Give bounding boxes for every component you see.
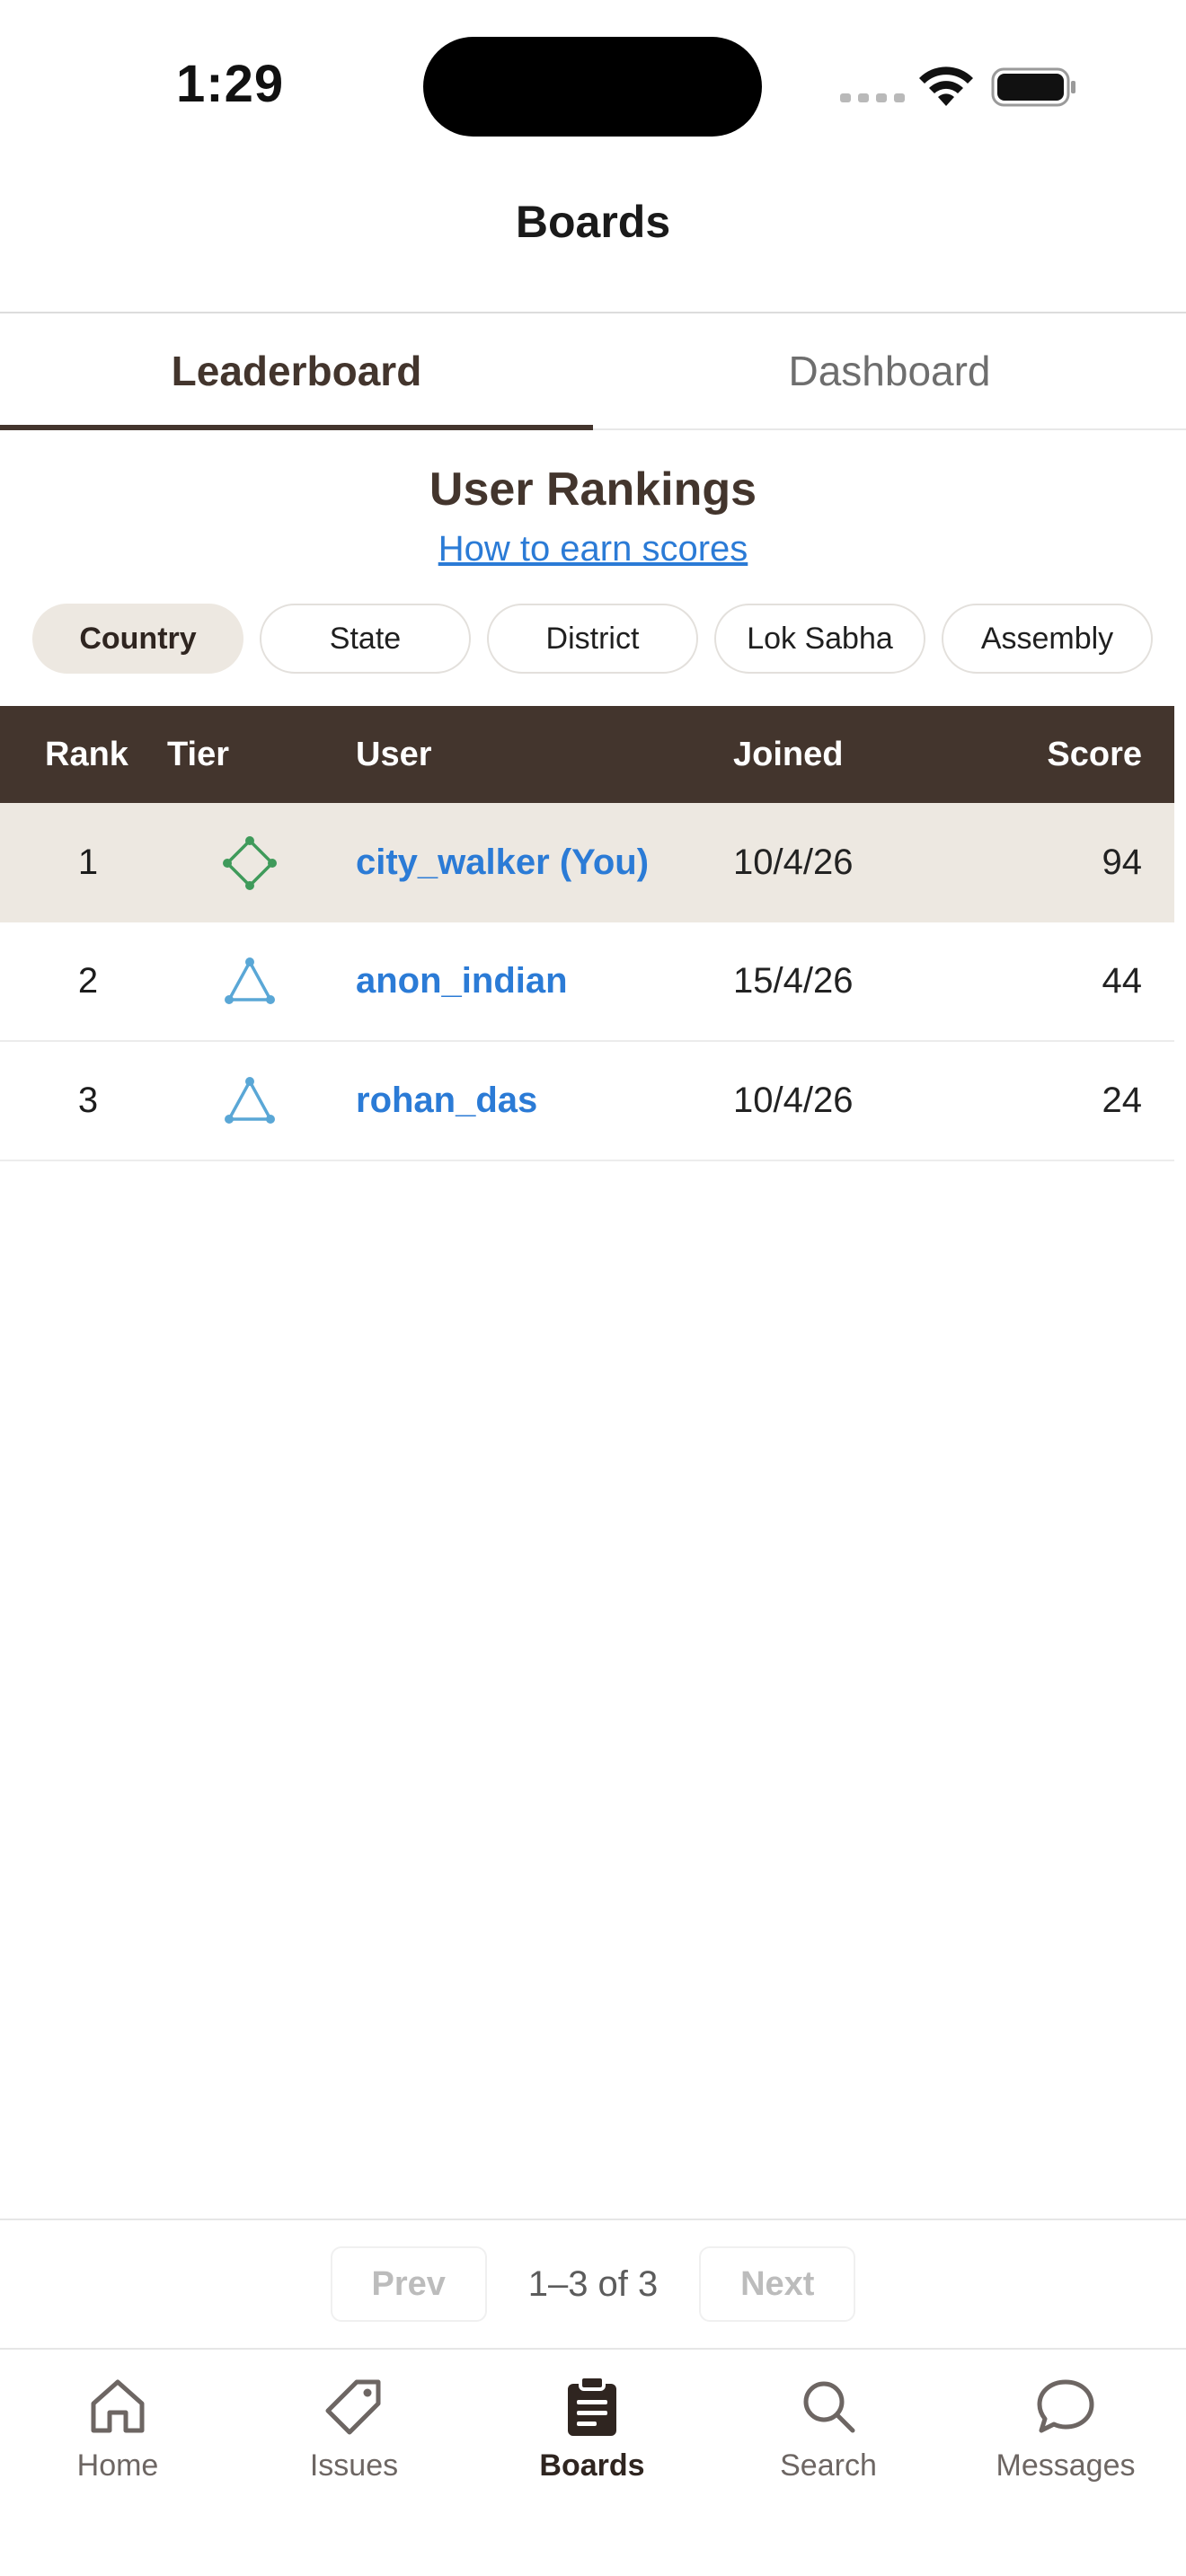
diamond-tier-icon bbox=[223, 836, 277, 890]
row-rank: 3 bbox=[77, 1081, 99, 1120]
pagination: Prev 1–3 of 3 Next bbox=[0, 2246, 1186, 2322]
tabbar-label: Boards bbox=[539, 2448, 645, 2483]
header-rank: Rank bbox=[45, 735, 128, 773]
wifi-icon bbox=[919, 66, 973, 106]
home-icon bbox=[91, 2379, 145, 2433]
row-joined: 10/4/26 bbox=[733, 842, 854, 882]
bottom-tab-bar: Home Issues Boards Search Messages bbox=[0, 2348, 1186, 2576]
table-header: Rank Tier User Joined Score bbox=[0, 706, 1174, 803]
tabbar-label: Home bbox=[76, 2448, 159, 2483]
row-score: 24 bbox=[1102, 1081, 1143, 1120]
header-score: Score bbox=[1047, 735, 1142, 773]
tabbar-search[interactable]: Search bbox=[739, 2373, 918, 2483]
how-to-earn-link[interactable]: How to earn scores bbox=[0, 529, 1186, 569]
cellular-signal-icon bbox=[840, 93, 905, 102]
chat-bubble-icon bbox=[1037, 2379, 1094, 2433]
next-page-button[interactable]: Next bbox=[699, 2246, 856, 2322]
status-time: 1:29 bbox=[176, 55, 285, 113]
clipboard-icon bbox=[568, 2375, 616, 2436]
section-title: User Rankings bbox=[429, 463, 757, 516]
row-user-link[interactable]: anon_indian bbox=[356, 961, 568, 1001]
tabbar-label: Search bbox=[780, 2448, 877, 2483]
scope-filters: Country State District Lok Sabha Assembl… bbox=[32, 604, 1153, 674]
tabbar-home[interactable]: Home bbox=[28, 2373, 208, 2483]
status-bar: 1:29 bbox=[0, 0, 1186, 171]
leaderboard-table: Rank Tier User Joined Score 1 city_walke… bbox=[0, 706, 1174, 1161]
tabbar-issues[interactable]: Issues bbox=[264, 2373, 444, 2483]
prev-page-button[interactable]: Prev bbox=[330, 2246, 487, 2322]
table-row[interactable]: 2 anon_indian 15/4/26 44 bbox=[0, 922, 1174, 1042]
row-score: 94 bbox=[1102, 842, 1143, 882]
header-tier: Tier bbox=[167, 735, 230, 773]
row-user-link[interactable]: city_walker (You) bbox=[356, 842, 649, 883]
row-joined: 15/4/26 bbox=[733, 961, 854, 1001]
board-tabs: Leaderboard Dashboard bbox=[0, 313, 1186, 430]
triangle-tier-icon bbox=[225, 957, 275, 1004]
tab-leaderboard[interactable]: Leaderboard bbox=[0, 313, 593, 430]
table-row[interactable]: 1 city_walker (You) 10/4/26 94 bbox=[0, 803, 1174, 922]
filter-chip-lok-sabha[interactable]: Lok Sabha bbox=[714, 604, 925, 674]
filter-chip-district[interactable]: District bbox=[487, 604, 698, 674]
page-range-info: 1–3 of 3 bbox=[527, 2263, 659, 2304]
header-user: User bbox=[356, 735, 432, 773]
dynamic-island bbox=[423, 37, 762, 137]
page-title: Boards bbox=[515, 197, 671, 247]
tab-dashboard[interactable]: Dashboard bbox=[593, 313, 1186, 428]
battery-icon bbox=[991, 67, 1075, 107]
row-rank: 2 bbox=[77, 961, 99, 1001]
triangle-tier-icon bbox=[225, 1077, 275, 1124]
tag-icon bbox=[325, 2379, 381, 2435]
row-rank: 1 bbox=[77, 842, 99, 882]
tabbar-boards[interactable]: Boards bbox=[502, 2373, 682, 2483]
table-row[interactable]: 3 rohan_das 10/4/26 24 bbox=[0, 1042, 1174, 1161]
tabbar-label: Issues bbox=[309, 2448, 399, 2483]
tabbar-label: Messages bbox=[996, 2448, 1136, 2483]
tabbar-messages[interactable]: Messages bbox=[976, 2373, 1155, 2483]
row-user-link[interactable]: rohan_das bbox=[356, 1081, 537, 1121]
filter-chip-country[interactable]: Country bbox=[32, 604, 243, 674]
filter-chip-assembly[interactable]: Assembly bbox=[942, 604, 1153, 674]
row-score: 44 bbox=[1102, 961, 1143, 1001]
header-joined: Joined bbox=[733, 735, 844, 773]
pager-divider bbox=[0, 2219, 1186, 2220]
search-icon bbox=[803, 2381, 855, 2433]
row-joined: 10/4/26 bbox=[733, 1081, 854, 1120]
filter-chip-state[interactable]: State bbox=[260, 604, 471, 674]
